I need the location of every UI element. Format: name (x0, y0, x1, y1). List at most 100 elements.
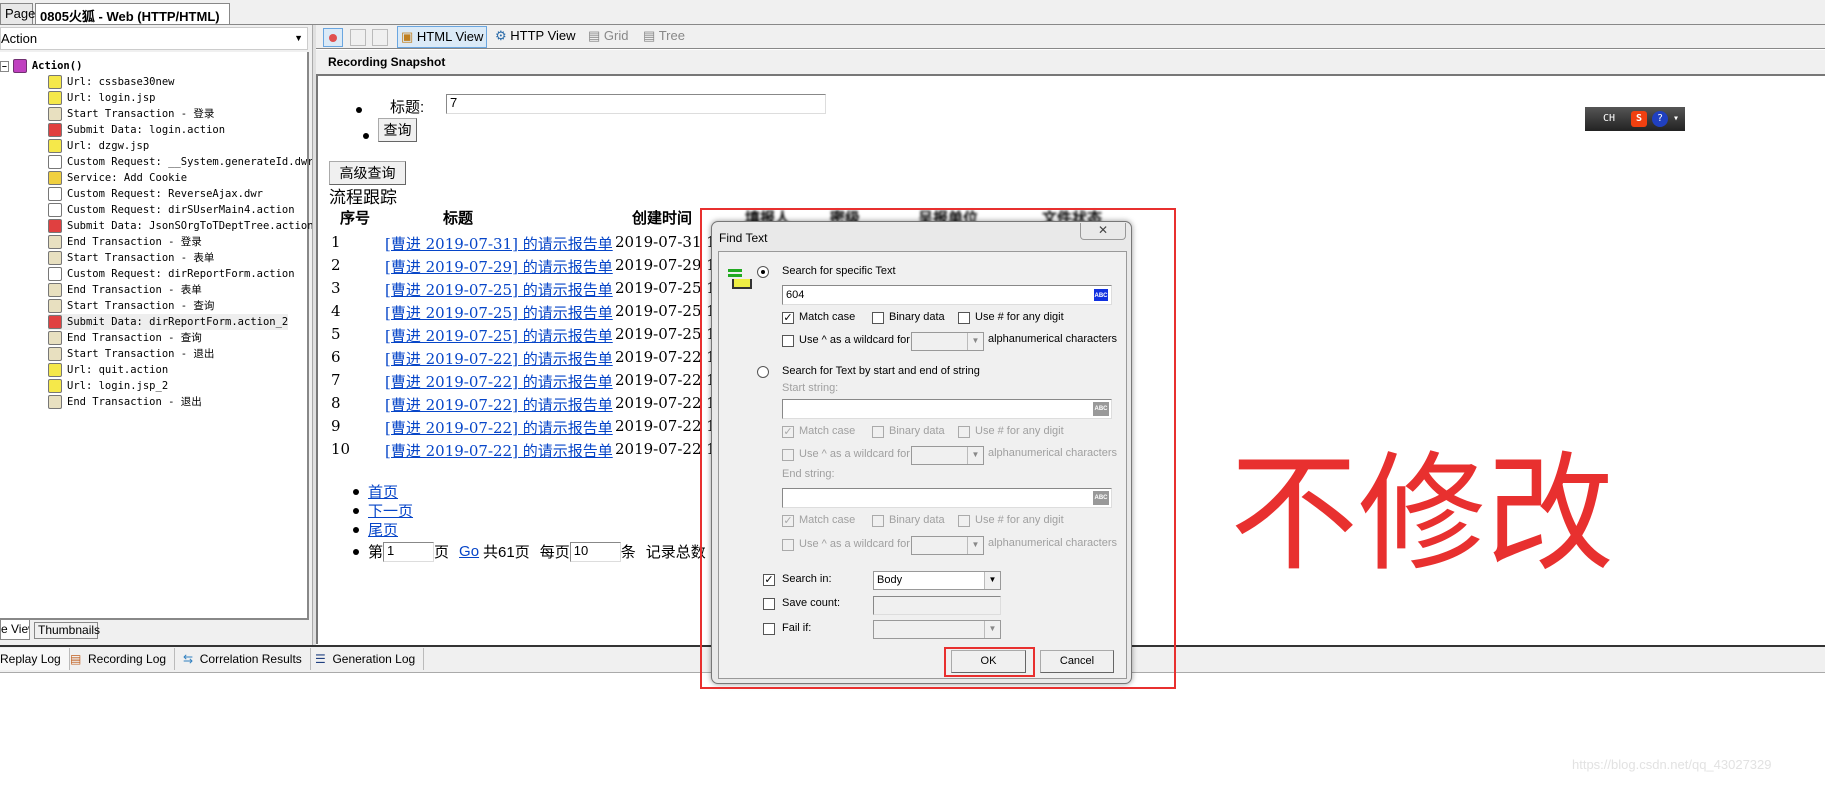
tree-item[interactable]: Submit Data: login.action (48, 122, 225, 138)
tab-correlation-results[interactable]: ⇆ Correlation Results (175, 648, 311, 670)
ime-language[interactable]: CH (1603, 113, 1615, 124)
row-title-link[interactable]: [曹进 2019-07-22] 的请示报告单 (385, 417, 613, 438)
tree-item[interactable]: Custom Request: dirReportForm.action (48, 266, 295, 282)
submit-data-icon (48, 219, 62, 233)
grid-label: Grid (603, 28, 629, 43)
tab-script[interactable]: 0805火狐 - Web (HTTP/HTML) (35, 3, 230, 24)
play-icon[interactable] (372, 29, 388, 46)
tree-item[interactable]: Submit Data: dirReportForm.action_2 (48, 314, 289, 330)
tree-item-label: Custom Request: ReverseAjax.dwr (67, 188, 263, 200)
start-transaction-icon (48, 251, 62, 265)
tree-item[interactable]: Url: cssbase30new (48, 74, 174, 90)
row-number: 5 (331, 325, 341, 343)
advanced-query-button[interactable]: 高级查询 (329, 161, 406, 185)
bullet (353, 549, 359, 555)
tree-item[interactable]: Start Transaction - 表单 (48, 250, 214, 266)
row-title-link[interactable]: [曹进 2019-07-22] 的请示报告单 (385, 371, 613, 392)
row-title-link[interactable]: [曹进 2019-07-29] 的请示报告单 (385, 256, 613, 277)
last-page-link[interactable]: 尾页 (368, 519, 398, 540)
row-number: 10 (331, 440, 351, 458)
tree-item[interactable]: Url: login.jsp_2 (48, 378, 168, 394)
total-pages: 共61页 (483, 544, 530, 561)
tree-item[interactable]: End Transaction - 登录 (48, 234, 202, 250)
submit-data-icon (48, 315, 62, 329)
tree-button[interactable]: ▤ Tree (640, 26, 688, 48)
page-input[interactable]: 1 (383, 541, 435, 562)
bullet (356, 107, 362, 113)
html-view-button[interactable]: ▣ HTML View (397, 26, 488, 48)
tab-replay-log[interactable]: Replay Log (0, 648, 70, 670)
row-number: 1 (331, 233, 341, 251)
row-title-link[interactable]: [曹进 2019-07-22] 的请示报告单 (385, 440, 613, 461)
help-icon[interactable]: ? (1652, 111, 1668, 127)
tree-item-label: Submit Data: JsonSOrgToTDeptTree.action (67, 220, 314, 232)
next-page-link[interactable]: 下一页 (368, 500, 413, 521)
tab-tree-view[interactable]: e View (0, 620, 30, 640)
tree-item[interactable]: Service: Add Cookie (48, 170, 187, 186)
tree-icon: ▤ (643, 28, 656, 43)
replay-snapshot-icon[interactable] (350, 29, 366, 46)
first-page-link[interactable]: 首页 (368, 481, 398, 502)
tree-item[interactable]: Custom Request: __System.generateId.dwr (48, 154, 314, 170)
tab-recording-log[interactable]: ▤ Recording Log (62, 648, 176, 670)
tree-item[interactable]: Start Transaction - 登录 (48, 106, 214, 122)
sogou-icon[interactable]: S (1631, 111, 1647, 127)
section-title: 流程跟踪 (329, 188, 397, 208)
row-title-link[interactable]: [曹进 2019-07-31] 的请示报告单 (385, 233, 613, 254)
tab-thumbnails[interactable]: Thumbnails (34, 622, 100, 639)
tree-item-label: Submit Data: login.action (67, 124, 226, 136)
tree-item[interactable]: Start Transaction - 退出 (48, 346, 214, 362)
record-snapshot-icon[interactable] (323, 28, 343, 47)
title-input[interactable]: 7 (446, 94, 826, 114)
tree-root[interactable]: − Action() (0, 58, 82, 74)
tree-item[interactable]: Custom Request: ReverseAjax.dwr (48, 186, 263, 202)
start-transaction-icon (48, 347, 62, 361)
row-title-link[interactable]: [曹进 2019-07-22] 的请示报告单 (385, 348, 613, 369)
bullet (353, 527, 359, 533)
ime-toolbar[interactable]: CH S ? ▾ (1585, 107, 1685, 131)
tree-item[interactable]: Custom Request: dirSUserMain4.action (48, 202, 295, 218)
tree-item[interactable]: Start Transaction - 查询 (48, 298, 214, 314)
http-view-button[interactable]: ⚙ HTTP View (492, 26, 579, 48)
tree-item[interactable]: Url: login.jsp (48, 90, 156, 106)
row-title-link[interactable]: [曹进 2019-07-25] 的请示报告单 (385, 325, 613, 346)
go-link[interactable]: Go (459, 543, 479, 560)
tree-item-label: Start Transaction - 表单 (67, 252, 215, 264)
tree-item-label: Start Transaction - 登录 (67, 108, 215, 120)
row-title-link[interactable]: [曹进 2019-07-25] 的请示报告单 (385, 279, 613, 300)
collapse-icon[interactable]: − (0, 61, 9, 72)
tree-item[interactable]: End Transaction - 查询 (48, 330, 202, 346)
tree-item-label: End Transaction - 表单 (67, 284, 202, 296)
tree-item-label: End Transaction - 退出 (67, 396, 202, 408)
query-button[interactable]: 查询 (378, 118, 417, 142)
custom-request-icon (48, 203, 62, 217)
tree-item-label: Url: dzgw.jsp (67, 140, 150, 152)
tab-label: Recording Log (88, 652, 167, 666)
action-dropdown[interactable]: Action ▼ (0, 27, 308, 50)
bullet (363, 133, 369, 139)
html-view-label: HTML View (416, 29, 484, 44)
tree-item-label: Url: login.jsp (67, 92, 156, 104)
total-records: 记录总数 (645, 544, 706, 561)
chevron-down-icon: ▼ (294, 33, 303, 43)
per-page-input[interactable]: 10 (569, 541, 621, 562)
action-icon (12, 59, 27, 73)
tab-generation-log[interactable]: ☰ Generation Log (307, 648, 425, 670)
tree-item[interactable]: Url: dzgw.jsp (48, 138, 149, 154)
tree-item[interactable]: End Transaction - 退出 (48, 394, 202, 410)
end-transaction-icon (48, 235, 62, 249)
grid-icon: ▤ (588, 28, 601, 43)
tree-item[interactable]: Submit Data: JsonSOrgToTDeptTree.action (48, 218, 314, 234)
snapshot-header: Recording Snapshot (316, 50, 1825, 76)
tab-page[interactable]: Page (0, 3, 35, 24)
tree-item[interactable]: Url: quit.action (48, 362, 168, 378)
end-transaction-icon (48, 331, 62, 345)
tree-item-label: Url: cssbase30new (67, 76, 175, 88)
row-title-link[interactable]: [曹进 2019-07-22] 的请示报告单 (385, 394, 613, 415)
grid-button[interactable]: ▤ Grid (585, 26, 631, 48)
end-transaction-icon (48, 283, 62, 297)
tree-label: Tree (658, 28, 685, 43)
tree-item[interactable]: End Transaction - 表单 (48, 282, 202, 298)
menu-icon[interactable]: ▾ (1673, 107, 1679, 131)
row-title-link[interactable]: [曹进 2019-07-25] 的请示报告单 (385, 302, 613, 323)
